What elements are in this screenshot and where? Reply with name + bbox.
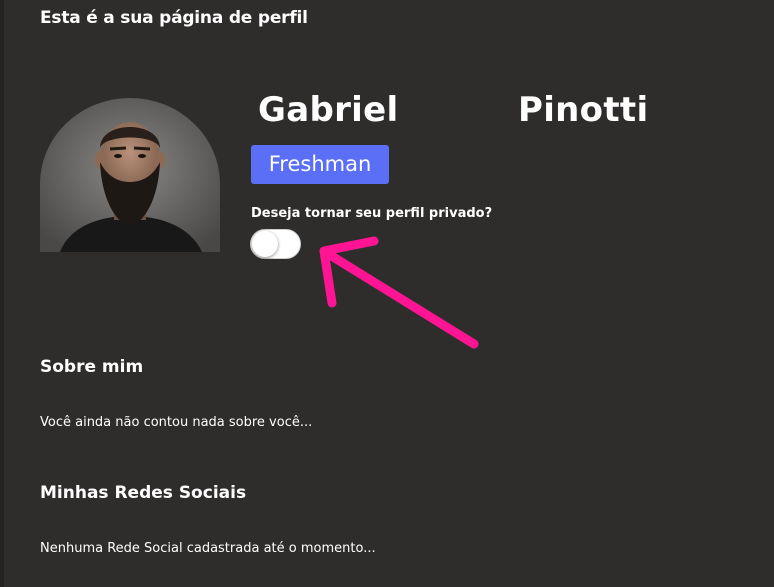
left-border — [0, 0, 4, 587]
first-name: Gabriel — [258, 90, 399, 130]
avatar — [40, 98, 220, 252]
about-text: Você ainda não contou nada sobre você... — [40, 415, 313, 430]
about-title: Sobre mim — [40, 357, 144, 377]
last-name: Pinotti — [518, 90, 649, 130]
page-heading: Esta é a sua página de perfil — [40, 8, 308, 28]
profile-page: Esta é a sua página de perfil Gabriel Pi… — [0, 0, 774, 587]
private-profile-toggle[interactable] — [250, 229, 301, 259]
social-title: Minhas Redes Sociais — [40, 483, 247, 503]
toggle-knob — [252, 231, 278, 257]
social-text: Nenhuma Rede Social cadastrada até o mom… — [40, 541, 376, 556]
avatar-photo — [40, 98, 220, 252]
pink-arrow-icon — [319, 236, 479, 349]
private-profile-label: Deseja tornar seu perfil privado? — [251, 206, 493, 221]
rank-badge: Freshman — [251, 145, 389, 184]
